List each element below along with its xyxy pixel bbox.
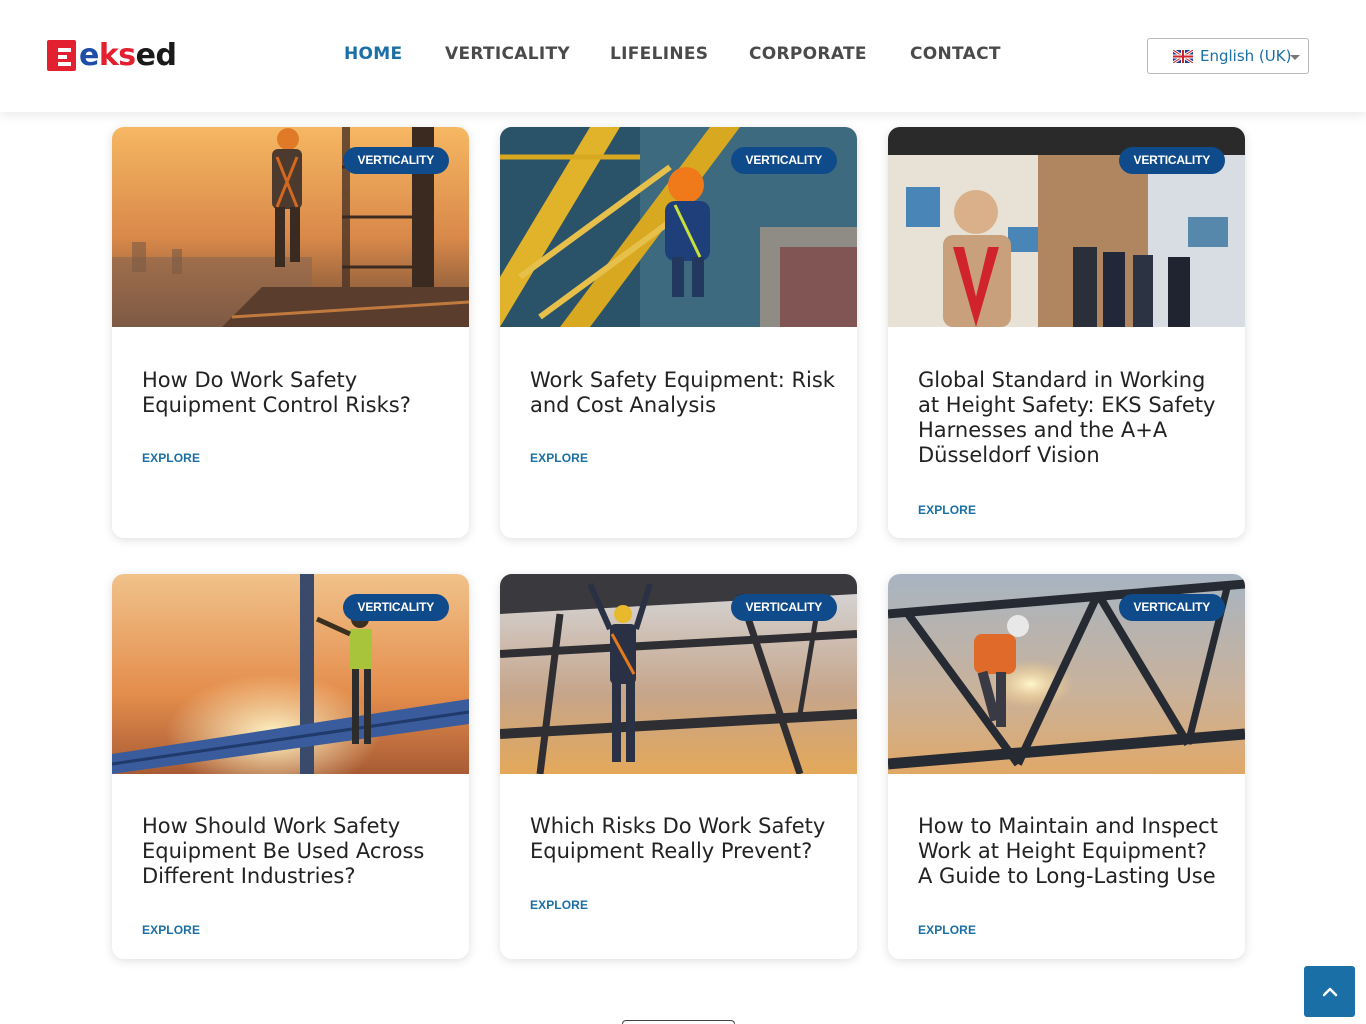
- category-badge[interactable]: VERTICALITY: [730, 594, 837, 621]
- nav-corporate[interactable]: CORPORATE: [749, 44, 867, 64]
- card-image[interactable]: VERTICALITY: [888, 574, 1245, 774]
- language-selector[interactable]: English (UK): [1147, 38, 1309, 74]
- card-title[interactable]: How Should Work Safety Equipment Be Used…: [142, 814, 447, 889]
- article-card[interactable]: VERTICALITY How to Maintain and Inspect …: [888, 574, 1245, 959]
- article-card[interactable]: VERTICALITY How Do Work Safety Equipment…: [112, 127, 469, 538]
- explore-link[interactable]: EXPLORE: [530, 451, 588, 465]
- nav-lifelines[interactable]: LIFELINES: [610, 44, 708, 64]
- category-badge[interactable]: VERTICALITY: [342, 594, 449, 621]
- caret-down-icon: [1290, 55, 1300, 60]
- nav-home[interactable]: HOME: [344, 44, 402, 64]
- explore-link[interactable]: EXPLORE: [530, 898, 588, 912]
- card-image[interactable]: VERTICALITY: [500, 574, 857, 774]
- card-image[interactable]: VERTICALITY: [888, 127, 1245, 327]
- article-card[interactable]: VERTICALITY Work Safety Equipment: Risk …: [500, 127, 857, 538]
- chevron-up-icon: [1322, 987, 1337, 996]
- pagination-control[interactable]: [622, 1020, 735, 1024]
- scroll-to-top-button[interactable]: [1304, 966, 1355, 1017]
- article-card[interactable]: VERTICALITY How Should Work Safety Equip…: [112, 574, 469, 959]
- nav-verticality[interactable]: VERTICALITY: [445, 44, 570, 64]
- article-card[interactable]: VERTICALITY Which Risks Do Work Safety E…: [500, 574, 857, 959]
- explore-link[interactable]: EXPLORE: [918, 923, 976, 937]
- card-title[interactable]: Global Standard in Working at Height Saf…: [918, 368, 1223, 468]
- eksed-logo[interactable]: eksed: [47, 40, 177, 71]
- category-badge[interactable]: VERTICALITY: [1118, 147, 1225, 174]
- article-card[interactable]: VERTICALITY Global Standard in Working a…: [888, 127, 1245, 538]
- category-badge[interactable]: VERTICALITY: [342, 147, 449, 174]
- card-image[interactable]: VERTICALITY: [500, 127, 857, 327]
- article-grid: VERTICALITY How Do Work Safety Equipment…: [0, 0, 1366, 1024]
- card-title[interactable]: Work Safety Equipment: Risk and Cost Ana…: [530, 368, 835, 418]
- explore-link[interactable]: EXPLORE: [918, 503, 976, 517]
- logo-mark-icon: [47, 40, 76, 71]
- card-title[interactable]: How to Maintain and Inspect Work at Heig…: [918, 814, 1223, 889]
- language-label: English (UK): [1200, 47, 1292, 65]
- card-image[interactable]: VERTICALITY: [112, 574, 469, 774]
- logo-wordmark: eksed: [79, 37, 177, 73]
- site-header: eksed HOME VERTICALITY LIFELINES CORPORA…: [0, 0, 1366, 112]
- nav-contact[interactable]: CONTACT: [910, 44, 1001, 64]
- explore-link[interactable]: EXPLORE: [142, 923, 200, 937]
- card-title[interactable]: Which Risks Do Work Safety Equipment Rea…: [530, 814, 835, 864]
- category-badge[interactable]: VERTICALITY: [730, 147, 837, 174]
- category-badge[interactable]: VERTICALITY: [1118, 594, 1225, 621]
- uk-flag-icon: [1173, 49, 1193, 63]
- card-image[interactable]: VERTICALITY: [112, 127, 469, 327]
- explore-link[interactable]: EXPLORE: [142, 451, 200, 465]
- card-title[interactable]: How Do Work Safety Equipment Control Ris…: [142, 368, 447, 418]
